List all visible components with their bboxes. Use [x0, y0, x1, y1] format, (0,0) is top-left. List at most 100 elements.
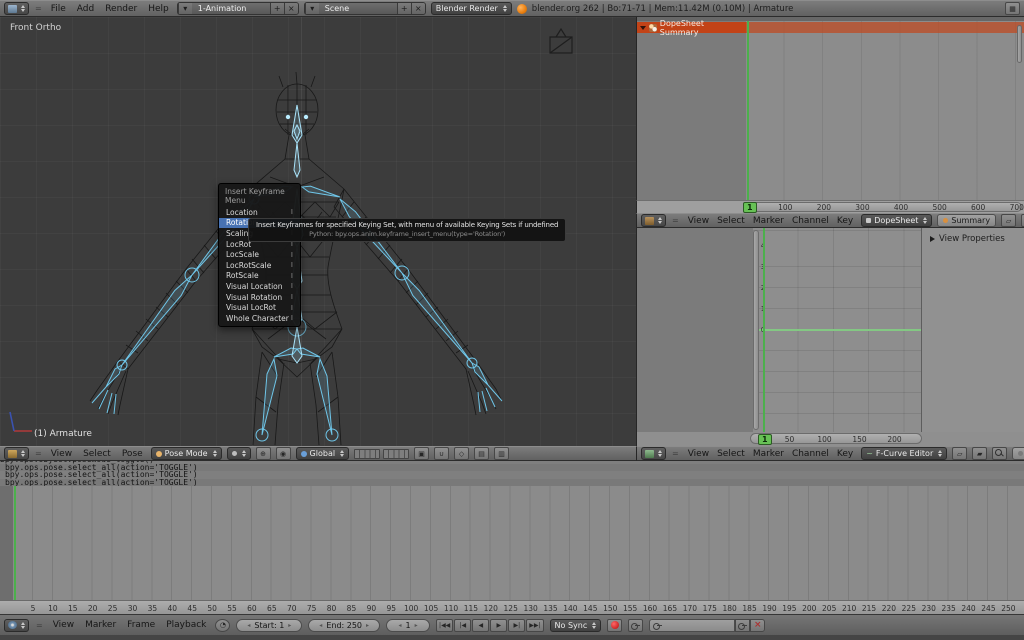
dopesheet-menu-item[interactable]: View	[688, 216, 709, 226]
collapse-menus-toggle[interactable]: =	[34, 449, 43, 458]
playback-button[interactable]: |◀	[454, 619, 471, 632]
dopesheet-menu-item[interactable]: Key	[837, 216, 853, 226]
add-layout-button[interactable]: +	[270, 2, 284, 15]
pivot-point-select[interactable]	[227, 447, 251, 460]
playback-button[interactable]: ▶▶|	[526, 619, 543, 632]
graph-ruler[interactable]: 50100150200 1	[636, 432, 1024, 446]
dopesheet-menu-item[interactable]: Select	[717, 216, 745, 226]
camera-object-icon[interactable]	[550, 29, 572, 53]
only-selected-button[interactable]: ▱	[952, 447, 967, 460]
editor-type-button[interactable]	[4, 2, 29, 15]
manipulator-rotate-button[interactable]: ◉	[276, 447, 291, 460]
dopesheet-editor[interactable]: DopeSheet Summary	[636, 17, 1024, 200]
graph-channel-region[interactable]	[637, 228, 753, 432]
delete-keyframe-button[interactable]: ×	[750, 619, 765, 632]
current-frame-field[interactable]: ◂ 1 ▸	[386, 619, 430, 632]
increment-arrow-icon[interactable]: ▸	[366, 622, 369, 629]
lock-icon[interactable]: ▣	[414, 447, 429, 460]
timeline-menu-item[interactable]: Marker	[85, 620, 116, 630]
keyframe-menu-item[interactable]: LocRotScaleI	[219, 260, 300, 271]
snap-element-select[interactable]: ◇	[454, 447, 469, 460]
viewport-menu-item[interactable]: View	[51, 449, 72, 459]
log-line[interactable]: bpy.ops.pose.select_all(action='TOGGLE')	[0, 479, 1024, 486]
collapse-menus-toggle[interactable]: =	[35, 621, 44, 630]
browse-scene-icon[interactable]: ▾	[305, 2, 319, 15]
viewport-menu-item[interactable]: Pose	[122, 449, 143, 459]
render-anim-button[interactable]: ▥	[494, 447, 509, 460]
topbar-menu-item[interactable]: File	[51, 4, 66, 14]
layers-widget[interactable]	[354, 449, 409, 459]
keyframe-menu-item[interactable]: Visual LocationI	[219, 281, 300, 292]
collapse-menus-toggle[interactable]: =	[34, 4, 43, 13]
scene-name[interactable]: Scene	[319, 4, 397, 13]
increment-arrow-icon[interactable]: ▸	[288, 622, 291, 629]
snap-magnet-button[interactable]: ∪	[434, 447, 449, 460]
keyframe-menu-item[interactable]: Visual LocRotI	[219, 302, 300, 313]
dopesheet-menu-item[interactable]: Marker	[753, 216, 784, 226]
end-frame-field[interactable]: ◂ End: 250 ▸	[308, 619, 380, 632]
record-button[interactable]	[607, 619, 622, 632]
dopesheet-key-region[interactable]	[746, 21, 1024, 200]
playback-button[interactable]: ▶|	[508, 619, 525, 632]
graph-mode-select[interactable]: ~ F-Curve Editor	[861, 447, 947, 460]
dopesheet-ruler[interactable]: 100200300400500600700 1	[636, 200, 1024, 213]
dopesheet-vscrollbar[interactable]	[1017, 25, 1022, 63]
timeline-menu-item[interactable]: View	[53, 620, 74, 630]
graph-menu-item[interactable]: Key	[837, 449, 853, 459]
viewport-menu-item[interactable]: Select	[83, 449, 111, 459]
add-scene-button[interactable]: +	[397, 2, 411, 15]
current-frame-line[interactable]	[763, 228, 765, 432]
screen-layout-name[interactable]: 1-Animation	[192, 4, 270, 13]
graph-menu-item[interactable]: Select	[717, 449, 745, 459]
keyframe-menu-item[interactable]: Whole CharacterI	[219, 313, 300, 324]
decrement-arrow-icon[interactable]: ◂	[398, 622, 401, 629]
transform-orientation-select[interactable]: Global	[296, 447, 350, 460]
dopesheet-channel-region[interactable]	[637, 21, 746, 200]
render-engine-select[interactable]: Blender Render	[431, 2, 512, 15]
window-layout-icon[interactable]: ▦	[1005, 2, 1020, 15]
eye-bone-right[interactable]	[304, 115, 308, 119]
auto-keying-mode-button[interactable]	[628, 619, 643, 632]
playback-button[interactable]: ▶	[490, 619, 507, 632]
keyframe-menu-item[interactable]: LocScaleI	[219, 249, 300, 260]
screen-layout-selector[interactable]: ▾ 1-Animation + ×	[177, 2, 299, 15]
dopesheet-mode-select[interactable]: DopeSheet	[861, 214, 932, 227]
timeline-menu-item[interactable]: Frame	[127, 620, 155, 630]
layers-block-left[interactable]	[354, 449, 380, 459]
editor-type-button[interactable]	[4, 447, 29, 460]
start-frame-field[interactable]: ◂ Start: 1 ▸	[236, 619, 302, 632]
mode-select[interactable]: Pose Mode	[151, 447, 222, 460]
current-frame-badge[interactable]: 1	[758, 434, 772, 445]
editor-type-button[interactable]	[641, 447, 666, 460]
current-frame-badge[interactable]: 1	[743, 202, 757, 213]
copy-keyframes-button[interactable]: ▱	[1001, 214, 1016, 227]
current-frame-line[interactable]	[747, 21, 749, 200]
keying-set-field[interactable]	[649, 619, 735, 632]
topbar-menu-item[interactable]: Help	[148, 4, 169, 14]
insert-keyframe-button[interactable]	[735, 619, 750, 632]
collapse-menus-toggle[interactable]: =	[671, 216, 680, 225]
decrement-arrow-icon[interactable]: ◂	[319, 622, 322, 629]
dopesheet-summary-channel[interactable]: DopeSheet Summary	[637, 22, 746, 33]
timeline-menu-item[interactable]: Playback	[166, 620, 206, 630]
decrement-arrow-icon[interactable]: ◂	[247, 622, 250, 629]
keyframe-menu-item[interactable]: RotScaleI	[219, 271, 300, 282]
filters-button[interactable]: Filters	[1012, 447, 1024, 460]
current-frame-line[interactable]	[14, 486, 16, 600]
layers-block-right[interactable]	[383, 449, 409, 459]
graph-menu-item[interactable]: Marker	[753, 449, 784, 459]
playback-button[interactable]: |◀◀	[436, 619, 453, 632]
time-indicator-icon[interactable]: ◔	[215, 619, 230, 632]
topbar-menu-item[interactable]: Render	[105, 4, 137, 14]
eye-bone-left[interactable]	[286, 115, 290, 119]
playback-button[interactable]: ◀	[472, 619, 489, 632]
timeline-ruler[interactable]: 5101520253035404550556065707580859095100…	[0, 600, 1024, 614]
close-layout-button[interactable]: ×	[284, 2, 298, 15]
insert-keyframe-menu[interactable]: Insert Keyframe Menu LocationIRotationIS…	[218, 183, 301, 327]
close-scene-button[interactable]: ×	[411, 2, 425, 15]
graph-menu-item[interactable]: View	[688, 449, 709, 459]
graph-editor[interactable]: 43210 View Properties	[636, 228, 1024, 432]
sync-mode-select[interactable]: No Sync	[550, 619, 602, 632]
timeline-editor[interactable]	[0, 486, 1024, 600]
scene-selector[interactable]: ▾ Scene + ×	[304, 2, 426, 15]
